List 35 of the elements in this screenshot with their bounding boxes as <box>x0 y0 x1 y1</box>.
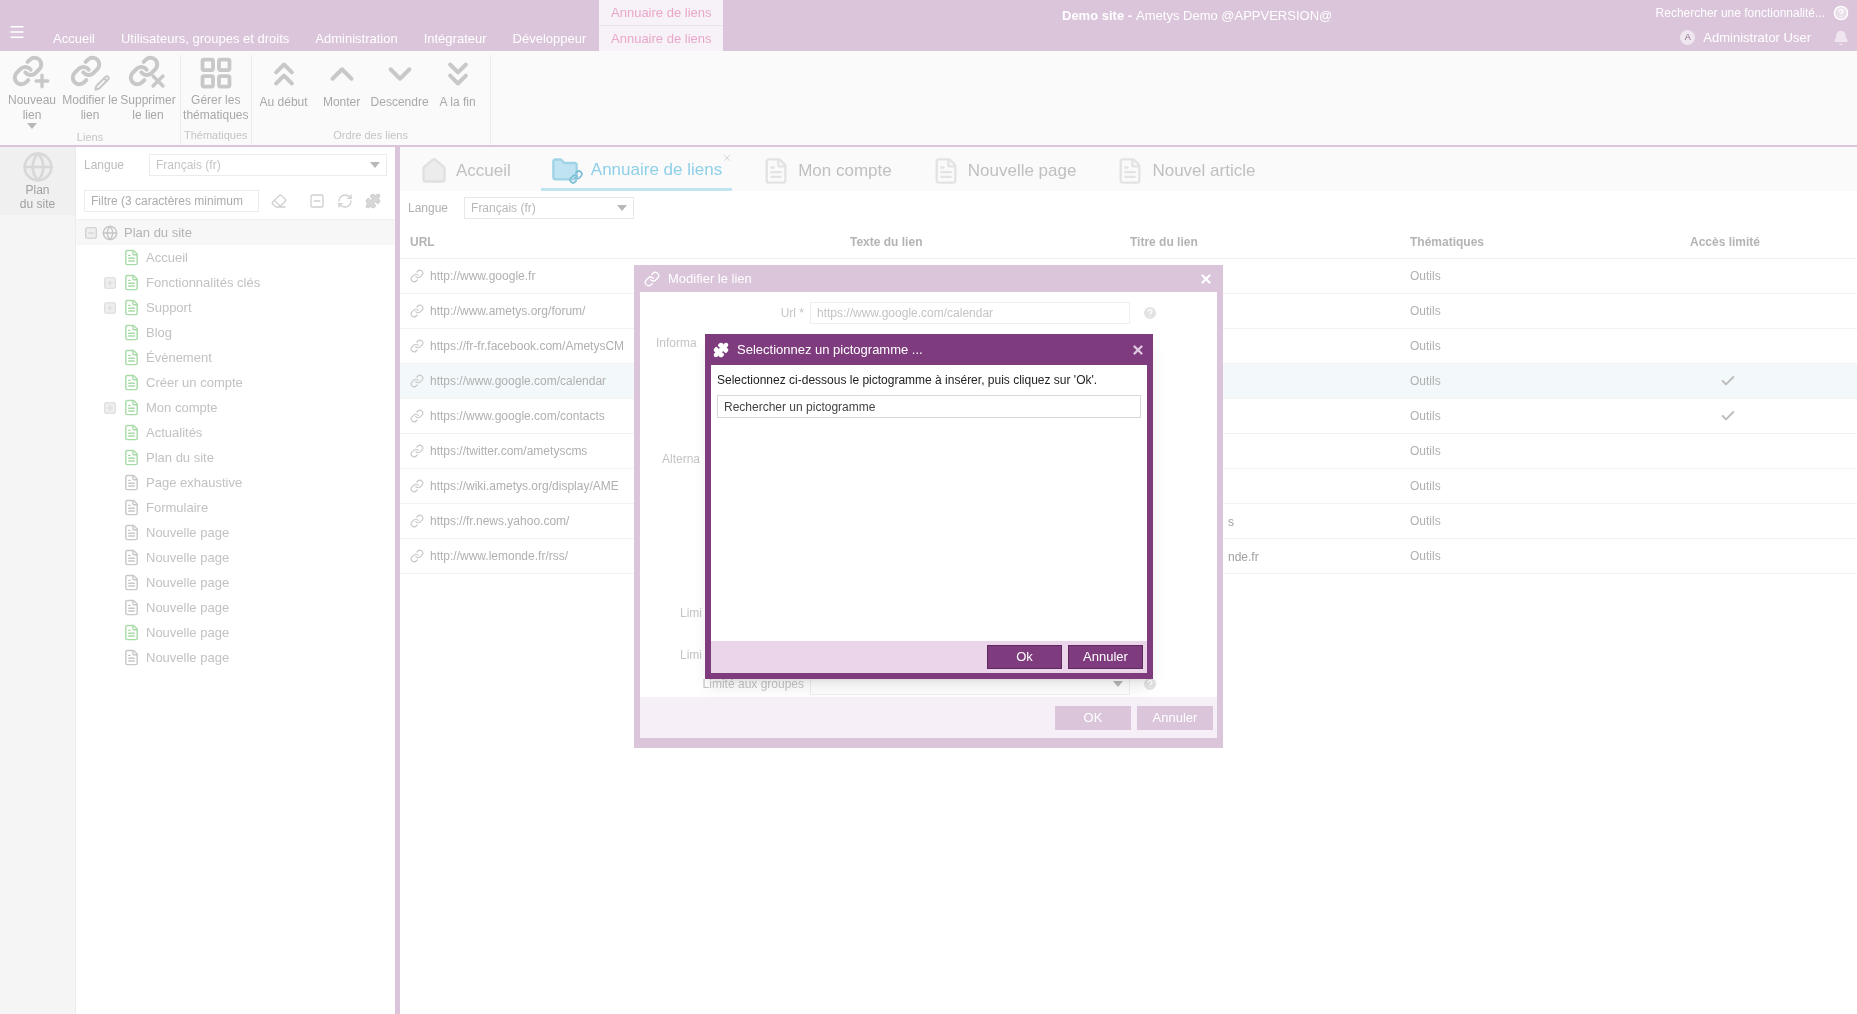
field-label: Limi <box>679 605 702 623</box>
language-label: Langue <box>84 157 126 174</box>
table-cell-text: Outils <box>1409 338 1442 355</box>
table-cell-text: Outils <box>1409 443 1442 460</box>
table-cell-text: Outils <box>1409 373 1442 390</box>
table-cell-text: Outils <box>1409 513 1442 530</box>
table-cell-text: https://www.google.com/calendar <box>430 373 607 390</box>
table-cell-text: Outils <box>1409 303 1442 320</box>
table-cell-text: https://www.google.com/contacts <box>430 408 605 425</box>
table-cell-text: Outils <box>1409 478 1442 495</box>
table-cell-text: http://www.lemonde.fr/rss/ <box>430 548 569 565</box>
dialog-title: Selectionnez un pictogramme ... <box>737 340 924 359</box>
field-label: Limité aux groupes <box>701 676 804 694</box>
site-name: Demo site - <box>1062 7 1133 25</box>
field-label: Limi <box>679 647 702 665</box>
field-label: Url * <box>779 305 804 323</box>
table-cell: s <box>1228 515 1234 529</box>
app-name: Ametys Demo @APPVERSION@ <box>1136 7 1333 25</box>
table-cell-text: https://twitter.com/ametyscms <box>430 443 588 460</box>
instructions-text: Selectionnez ci-dessous le pictogramme à insérer, puis cliquez sur 'Ok'. <box>717 372 1099 389</box>
table-cell-text: https://fr.news.yahoo.com/ <box>430 513 570 530</box>
table-cell-text: https://fr-fr.facebook.com/AmetysCM <box>430 338 625 355</box>
field-label: Alterna <box>661 451 701 469</box>
dialog-title: Modifier le lien <box>668 269 753 288</box>
table-cell-text: Outils <box>1409 548 1442 565</box>
table-cell-text: https://wiki.ametys.org/display/AME <box>430 478 619 495</box>
table-cell: nde.fr <box>1228 550 1259 564</box>
user-avatar: A <box>1680 30 1696 46</box>
field-label: Informa <box>655 335 697 353</box>
context-group-label: Annuaire de liens <box>599 0 724 26</box>
language-label: Langue <box>408 200 449 217</box>
table-cell-text: http://www.ametys.org/forum/ <box>430 303 586 320</box>
table-cell-text: http://www.google.fr <box>430 268 536 285</box>
table-cell-text: Outils <box>1409 408 1442 425</box>
table-cell-text: Outils <box>1409 268 1442 285</box>
